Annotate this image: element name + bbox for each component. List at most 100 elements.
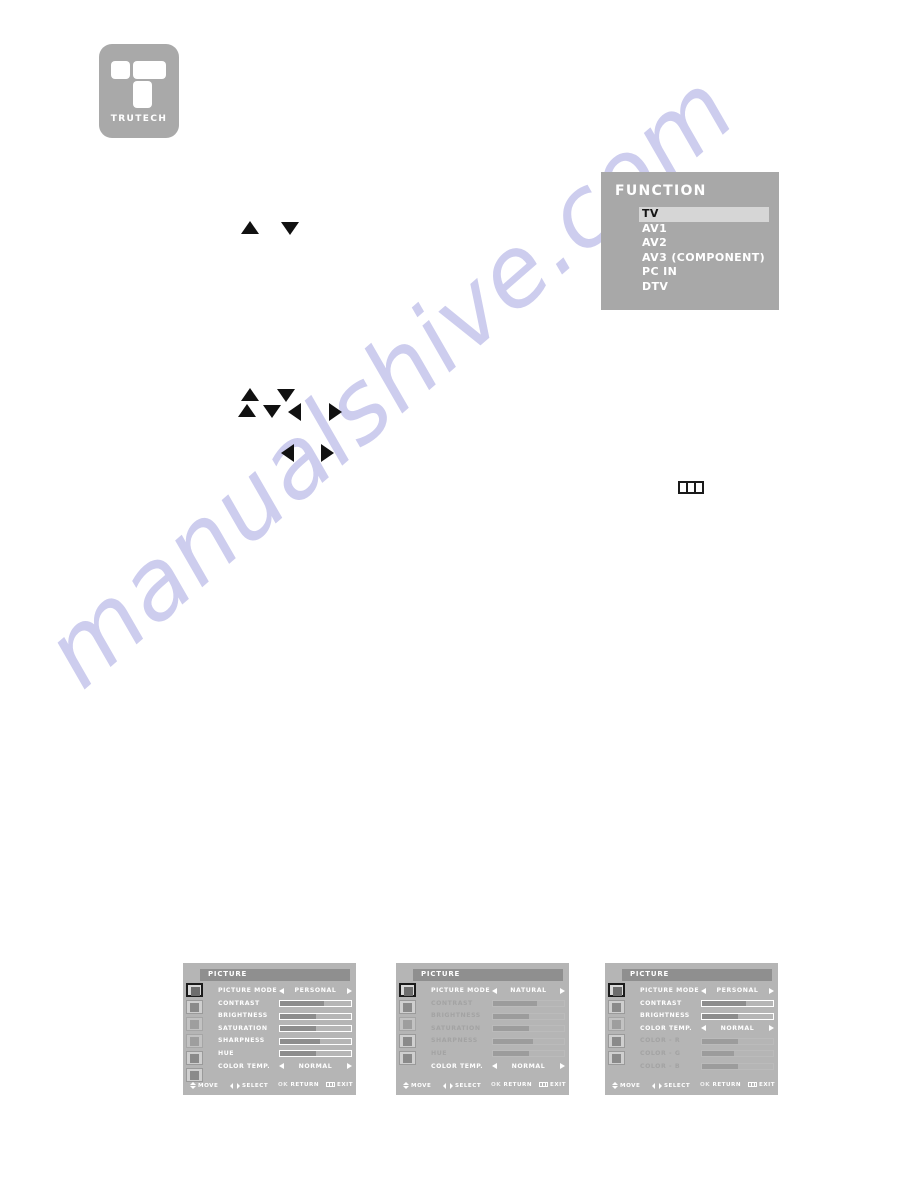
function-item-av1[interactable]: AV1 <box>639 222 769 237</box>
picture-osd-row[interactable]: CONTRAST <box>629 998 774 1011</box>
left-triangle-icon-2 <box>281 444 294 462</box>
function-item-tv[interactable]: TV <box>639 207 769 222</box>
picture-tab-icon[interactable] <box>399 983 416 997</box>
tune-tab-icon[interactable] <box>608 1017 625 1031</box>
pc-tab-icon[interactable] <box>399 1034 416 1048</box>
picture-osd-slider[interactable] <box>279 1000 352 1008</box>
picture-osd-row[interactable]: COLOR - B <box>629 1061 774 1074</box>
picture-osd-slider[interactable] <box>492 1037 565 1045</box>
picture-osd-rows: PICTURE MODE PERSONAL CONTRAST BRIGHTNESS SA… <box>207 985 352 1074</box>
pc-tab-icon[interactable] <box>608 1034 625 1048</box>
picture-osd-stepper-value: PERSONAL <box>716 987 759 994</box>
picture-osd-slider[interactable] <box>701 1050 774 1058</box>
picture-tab-icon[interactable] <box>608 983 625 997</box>
hint-return: OK RETURN <box>700 1082 741 1088</box>
function-osd-title: FUNCTION <box>615 183 707 199</box>
picture-osd-stepper[interactable]: NORMAL <box>492 1062 565 1072</box>
picture-osd-slider[interactable] <box>279 1037 352 1045</box>
pc-tab-icon[interactable] <box>186 1051 203 1065</box>
picture-osd-stepper[interactable]: PERSONAL <box>279 986 352 996</box>
picture-osd-slider[interactable] <box>279 1050 352 1058</box>
picture-osd-row[interactable]: PICTURE MODE NATURAL <box>420 985 565 998</box>
picture-osd-rows: PICTURE MODE NATURAL CONTRAST BRIGHTNESS SAT… <box>420 985 565 1074</box>
picture-osd-slider[interactable] <box>701 1000 774 1008</box>
picture-osd-slider[interactable] <box>701 1012 774 1020</box>
function-item-av3-component[interactable]: AV3 (COMPONENT) <box>639 251 769 266</box>
left-right-arrows-icon <box>230 1082 240 1089</box>
picture-osd-row[interactable]: SHARPNESS <box>207 1035 352 1048</box>
picture-osd-stepper[interactable]: NORMAL <box>279 1062 352 1072</box>
picture-osd-slider[interactable] <box>492 1050 565 1058</box>
menu-grid-icon <box>748 1082 757 1087</box>
picture-osd-slider[interactable] <box>279 1025 352 1033</box>
picture-osd-slider[interactable] <box>492 1000 565 1008</box>
lock-tab-icon[interactable] <box>608 1051 625 1065</box>
picture-osd-row[interactable]: BRIGHTNESS <box>207 1010 352 1023</box>
hint-exit-label: EXIT <box>550 1082 567 1088</box>
picture-osd-row[interactable]: HUE <box>207 1048 352 1061</box>
picture-osd-stepper[interactable]: NORMAL <box>701 1024 774 1034</box>
picture-osd-slider[interactable] <box>492 1012 565 1020</box>
picture-osd-row-label: SHARPNESS <box>218 1037 265 1045</box>
down-triangle-icon-2 <box>277 389 295 402</box>
sound-tab-icon-glyph <box>403 1003 412 1012</box>
menu-grid-cell-2 <box>688 483 696 492</box>
picture-osd-row[interactable]: CONTRAST <box>207 998 352 1011</box>
sound-tab-icon-glyph <box>612 1003 621 1012</box>
picture-osd-rows: PICTURE MODE PERSONAL CONTRAST BRIGHTNESS CO… <box>629 985 774 1074</box>
lock-tab-icon-glyph <box>612 1054 621 1063</box>
sound-tab-icon[interactable] <box>186 1000 203 1014</box>
picture-osd-row[interactable]: BRIGHTNESS <box>629 1010 774 1023</box>
tune-tab-icon[interactable] <box>399 1017 416 1031</box>
picture-osd-slider-fill <box>280 1013 316 1019</box>
sound-tab-icon[interactable] <box>608 1000 625 1014</box>
picture-osd-slider[interactable] <box>279 1012 352 1020</box>
picture-osd-row[interactable]: SATURATION <box>207 1023 352 1036</box>
setup-tab-icon[interactable] <box>186 1034 203 1048</box>
picture-osd-row-label: HUE <box>218 1049 235 1057</box>
picture-osd-row[interactable]: HUE <box>420 1048 565 1061</box>
picture-tab-icon-glyph <box>613 987 622 996</box>
lock-tab-icon[interactable] <box>399 1051 416 1065</box>
picture-osd-row[interactable]: COLOR - G <box>629 1048 774 1061</box>
lock-tab-icon-glyph <box>190 1071 199 1080</box>
picture-osd-stepper[interactable]: PERSONAL <box>701 986 774 996</box>
hint-exit: EXIT <box>326 1082 353 1088</box>
picture-osd-row-label: PICTURE MODE <box>640 987 700 994</box>
picture-osd-row-label: CONTRAST <box>640 999 682 1007</box>
picture-osd-slider[interactable] <box>701 1063 774 1071</box>
picture-osd-row-label: COLOR - R <box>640 1037 681 1045</box>
picture-osd-row[interactable]: COLOR TEMP. NORMAL <box>629 1023 774 1036</box>
right-triangle-icon[interactable] <box>769 1025 774 1032</box>
right-triangle-icon[interactable] <box>560 1063 565 1070</box>
right-triangle-icon[interactable] <box>347 1063 352 1070</box>
picture-osd-row[interactable]: SATURATION <box>420 1023 565 1036</box>
picture-osd-row[interactable]: BRIGHTNESS <box>420 1010 565 1023</box>
function-item-av2[interactable]: AV2 <box>639 236 769 251</box>
function-item-pc-in[interactable]: PC IN <box>639 265 769 280</box>
picture-osd-slider-fill <box>280 1051 316 1057</box>
picture-osd-slider[interactable] <box>492 1025 565 1033</box>
tune-tab-icon[interactable] <box>186 1017 203 1031</box>
logo-shape-top-left <box>111 61 130 79</box>
picture-tab-icon[interactable] <box>186 983 203 997</box>
right-triangle-icon[interactable] <box>560 987 565 994</box>
right-triangle-icon[interactable] <box>769 987 774 994</box>
picture-osd-slider-fill <box>493 1051 529 1057</box>
picture-osd-row[interactable]: COLOR - R <box>629 1035 774 1048</box>
picture-osd-slider[interactable] <box>701 1037 774 1045</box>
hint-return-label: RETURN <box>712 1082 742 1088</box>
picture-osd-stepper[interactable]: NATURAL <box>492 986 565 996</box>
picture-osd-row[interactable]: CONTRAST <box>420 998 565 1011</box>
picture-osd-row[interactable]: SHARPNESS <box>420 1035 565 1048</box>
picture-osd-row[interactable]: COLOR TEMP. NORMAL <box>420 1061 565 1074</box>
up-down-arrows-icon <box>190 1082 196 1089</box>
picture-osd-row[interactable]: PICTURE MODE PERSONAL <box>629 985 774 998</box>
picture-osd-row-label: BRIGHTNESS <box>640 1012 690 1020</box>
sound-tab-icon[interactable] <box>399 1000 416 1014</box>
right-triangle-icon[interactable] <box>347 987 352 994</box>
picture-osd-row[interactable]: COLOR TEMP. NORMAL <box>207 1061 352 1074</box>
picture-osd-2: PICTURE PICTURE MODE NATURAL CONTRAST BRIGHT… <box>394 961 571 1097</box>
picture-osd-row[interactable]: PICTURE MODE PERSONAL <box>207 985 352 998</box>
function-item-dtv[interactable]: DTV <box>639 280 769 295</box>
